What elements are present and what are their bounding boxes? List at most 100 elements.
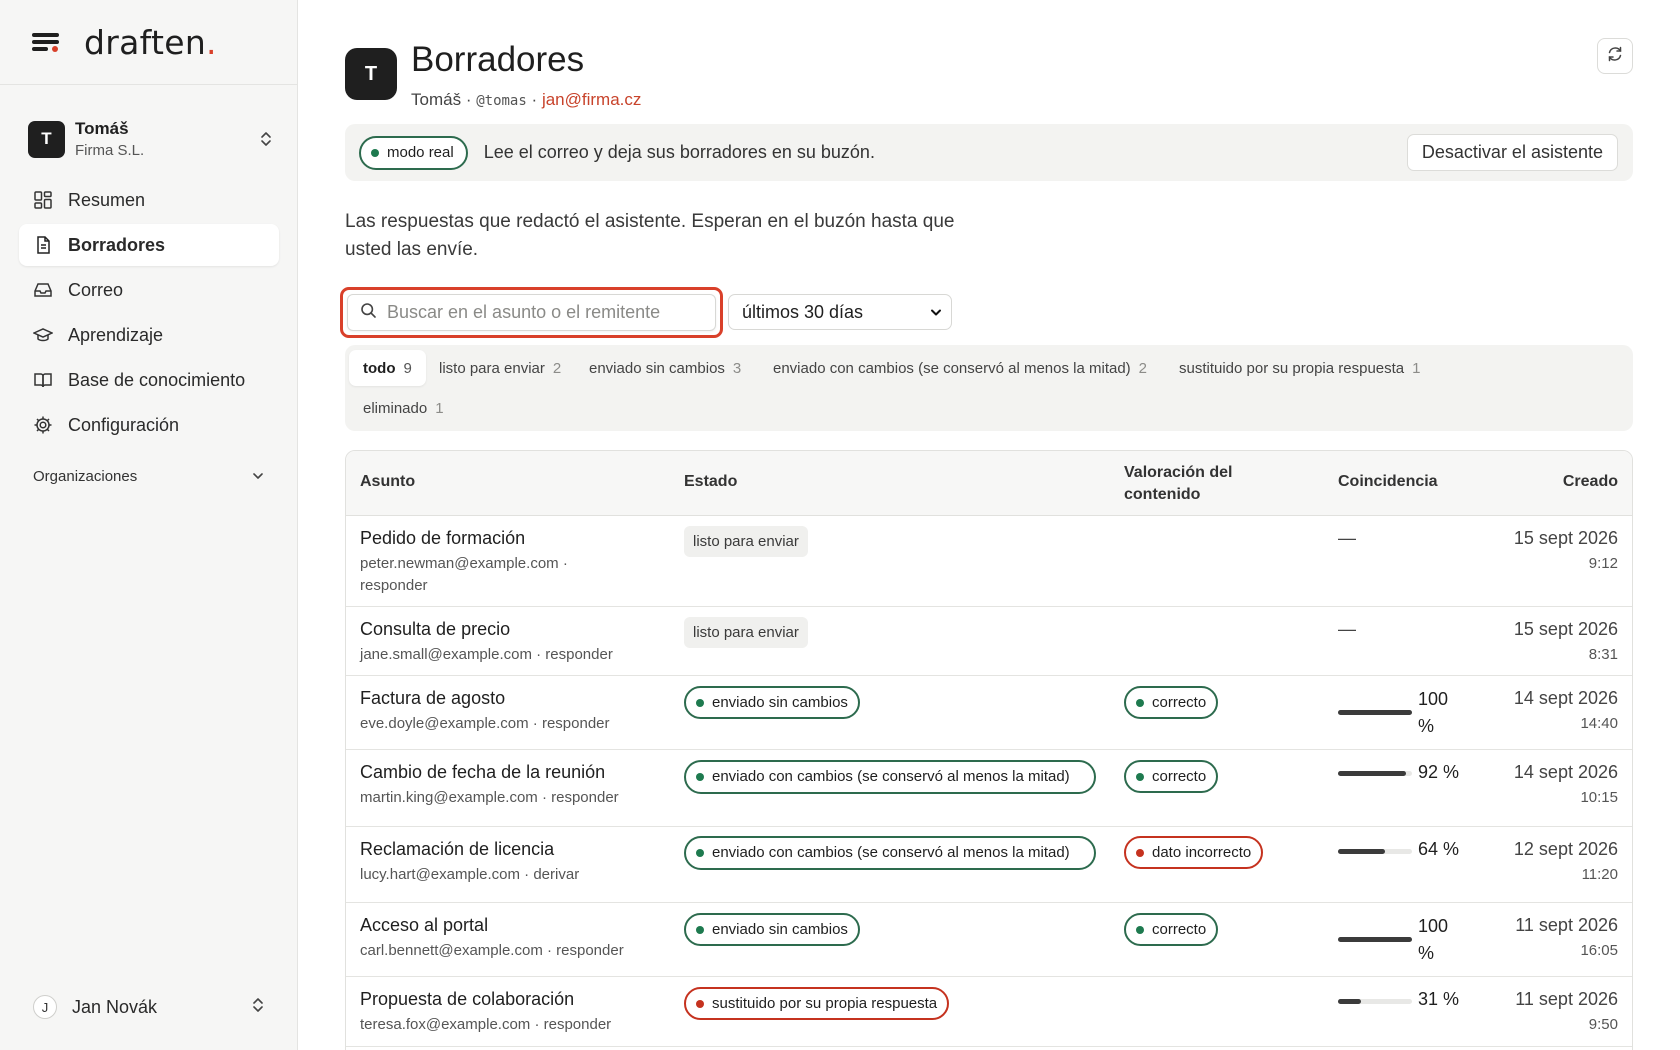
row-subject[interactable]: Cambio de fecha de la reunión: [360, 762, 660, 783]
status-dot: [696, 999, 704, 1008]
sidebar-item-configuracion[interactable]: Configuración: [19, 404, 279, 446]
tenant-switcher[interactable]: T Tomáš Firma S.L.: [28, 117, 273, 161]
filter-count: 2: [552, 359, 562, 377]
search-highlight: Buscar en el asunto o el remitente: [340, 287, 723, 338]
row-date: 15 sept 2026: [1513, 528, 1618, 548]
brand-logo[interactable]: draften.: [84, 23, 217, 62]
filter-chip-todo[interactable]: todo 9: [349, 350, 426, 386]
drafts-table: Asunto Estado Valoración del contenido C…: [345, 450, 1633, 1050]
column-header-status[interactable]: Estado: [684, 473, 737, 491]
row-subject[interactable]: Reclamación de licencia: [360, 839, 660, 860]
page-header: T Borradores Tomáš · @tomas · jan@firma.…: [345, 40, 641, 110]
status-filter-bar: todo 9 listo para enviar 2 enviado sin cam…: [345, 345, 1633, 431]
sidebar-nav: Resumen Borradores Correo Aprendizaje Ba…: [19, 179, 279, 449]
filter-chip-listo-para-enviar[interactable]: listo para enviar 2: [425, 350, 575, 386]
filter-count: 1: [435, 399, 444, 417]
filter-chip-eliminado[interactable]: eliminado 1: [349, 390, 458, 426]
table-row[interactable]: Propuesta de colaboración teresa.fox@exa…: [346, 977, 1632, 1047]
column-header-created[interactable]: Creado: [1563, 473, 1618, 491]
row-subject[interactable]: Acceso al portal: [360, 915, 660, 936]
match-value: 100 %: [1418, 689, 1449, 736]
status-dot: [1136, 698, 1144, 707]
refresh-button[interactable]: [1597, 38, 1633, 74]
chevron-down-icon: [929, 302, 943, 323]
account-handle: @tomas: [476, 92, 527, 109]
row-time: 14:40: [1580, 715, 1618, 732]
column-header-match[interactable]: Coincidencia: [1338, 473, 1438, 491]
row-subject[interactable]: Factura de agosto: [360, 688, 660, 709]
table-row[interactable]: Factura de agosto eve.doyle@example.com …: [346, 676, 1632, 750]
graduation-cap-icon: [33, 325, 53, 345]
row-subject[interactable]: Propuesta de colaboración: [360, 989, 660, 1010]
status-dot: [1136, 772, 1144, 781]
table-header: Asunto Estado Valoración del contenido C…: [346, 451, 1632, 516]
filter-count: 9: [403, 359, 412, 377]
filter-chip-sustituido[interactable]: sustituido por su propia respuesta 1: [1165, 350, 1434, 386]
status-dot: [1136, 925, 1144, 934]
sidebar-item-base-de-conocimiento[interactable]: Base de conocimiento: [19, 359, 279, 401]
sidebar: draften. T Tomáš Firma S.L. Resumen Borr…: [0, 0, 298, 1050]
row-created: 11 sept 2026 9:50: [1515, 989, 1618, 1033]
match-bar-fill: [1338, 937, 1412, 942]
match-value: 100 %: [1418, 916, 1449, 963]
status-badge: sustituido por su propia respuesta: [684, 987, 950, 1020]
row-sender: jane.small@example.com · responder: [360, 646, 613, 663]
filter-chip-enviado-con-cambios[interactable]: enviado con cambios (se conservó al meno…: [759, 350, 1161, 386]
row-date: 11 sept 2026: [1515, 915, 1618, 935]
user-menu[interactable]: J Jan Novák: [33, 995, 265, 1019]
sidebar-item-label: Correo: [68, 279, 124, 300]
table-row[interactable]: Pedido de formación peter.newman@example…: [346, 516, 1632, 607]
match-bar: [1338, 999, 1412, 1004]
row-time: 11:20: [1581, 866, 1618, 883]
mode-badge: modo real: [359, 135, 468, 170]
sidebar-item-borradores[interactable]: Borradores: [19, 224, 279, 266]
tenant-company: Firma S.L.: [75, 142, 145, 159]
filter-chip-enviado-sin-cambios[interactable]: enviado sin cambios 3: [575, 350, 755, 386]
match-value: 64 %: [1418, 839, 1460, 859]
row-created: 15 sept 2026 9:12: [1514, 528, 1618, 572]
status-label: enviado con cambios (se conservó al meno…: [712, 768, 1070, 785]
status-badge: enviado sin cambios: [684, 686, 860, 719]
match-empty: —: [1338, 528, 1356, 548]
account-email-link[interactable]: jan@firma.cz: [542, 90, 641, 109]
inbox-icon: [33, 280, 53, 300]
search-input[interactable]: Buscar en el asunto o el remitente: [347, 294, 716, 331]
search-placeholder: Buscar en el asunto o el remitente: [387, 302, 661, 322]
row-sender: eve.doyle@example.com · responder: [360, 715, 610, 732]
row-subject[interactable]: Consulta de precio: [360, 619, 660, 640]
filter-label: enviado sin cambios: [589, 359, 725, 377]
sidebar-item-correo[interactable]: Correo: [19, 269, 279, 311]
status-badge: enviado con cambios (se conservó al meno…: [684, 836, 1096, 870]
page-title: Borradores: [411, 40, 585, 79]
status-dot: [696, 925, 704, 934]
filter-count: 1: [1412, 359, 1421, 377]
menu-icon[interactable]: [32, 31, 59, 53]
filter-count: 3: [732, 359, 742, 377]
sidebar-item-label: Resumen: [68, 189, 146, 210]
period-select[interactable]: últimos 30 días: [728, 294, 952, 330]
row-sender: teresa.fox@example.com · responder: [360, 1016, 612, 1033]
sidebar-item-resumen[interactable]: Resumen: [19, 179, 279, 221]
table-row[interactable]: Consulta de precio jane.small@example.co…: [346, 607, 1632, 676]
filter-count: 2: [1138, 359, 1148, 377]
refresh-icon: [1606, 45, 1624, 68]
match-value: 92 %: [1418, 762, 1460, 782]
table-row[interactable]: Reclamación de licencia lucy.hart@exampl…: [346, 827, 1632, 903]
rating-badge: correcto: [1124, 913, 1219, 946]
organizations-toggle[interactable]: Organizaciones: [33, 468, 265, 485]
status-label: enviado con cambios (se conservó al meno…: [712, 844, 1070, 861]
table-row[interactable]: Acceso al portal carl.bennett@example.co…: [346, 903, 1632, 977]
deactivate-assistant-button[interactable]: Desactivar el asistente: [1406, 134, 1618, 171]
match-empty: —: [1338, 619, 1356, 639]
row-time: 8:31: [1588, 646, 1618, 663]
table-row[interactable]: Cambio de fecha de la reunión martin.kin…: [346, 750, 1632, 827]
assistant-banner: modo real Lee el correo y deja sus borra…: [345, 124, 1633, 181]
row-created: 14 sept 2026 14:40: [1514, 688, 1618, 732]
column-header-subject[interactable]: Asunto: [360, 473, 415, 491]
match-value: 31 %: [1418, 989, 1460, 1009]
row-date: 14 sept 2026: [1513, 762, 1618, 782]
sidebar-item-aprendizaje[interactable]: Aprendizaje: [19, 314, 279, 356]
row-sender: lucy.hart@example.com · derivar: [360, 866, 580, 883]
column-header-rating[interactable]: Valoración del contenido: [1124, 462, 1254, 506]
row-subject[interactable]: Pedido de formación: [360, 528, 590, 549]
